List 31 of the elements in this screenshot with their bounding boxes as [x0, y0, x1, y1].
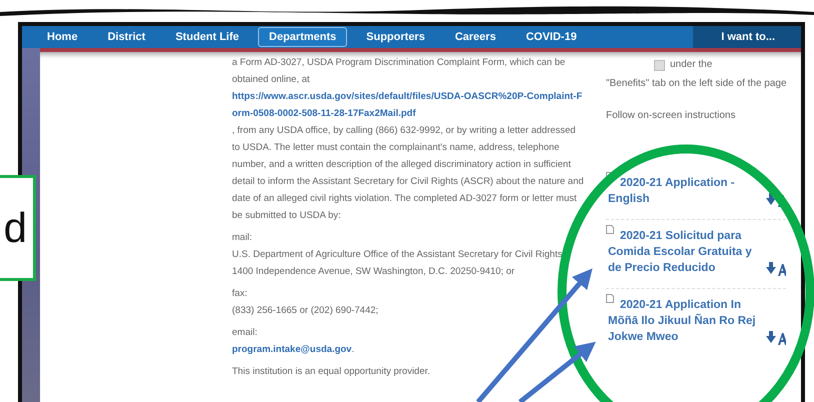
closing-text: This institution is an equal opportunity provider. [232, 365, 432, 379]
instructions-text: Follow on-screen instructions [606, 109, 736, 123]
nav-link[interactable]: Supporters [355, 27, 436, 47]
contact-value: (833) 256-1665 or (202) 690-7442; [232, 305, 378, 316]
nav-link[interactable]: Careers [444, 27, 507, 47]
pdf-icon [606, 294, 614, 302]
menu-button[interactable]: I want to... [693, 26, 801, 48]
pdf-icon [606, 224, 614, 234]
download-link[interactable]: 2020-21 Application - English [608, 174, 762, 206]
step-text: "Benefits" tab on the left side of the page [606, 76, 788, 90]
annotation-label: d [0, 175, 36, 281]
download-icon[interactable] [766, 192, 786, 206]
nav-link[interactable]: Student Life [164, 27, 250, 47]
contact-value: U.S. Department of Agriculture Office of the Assistant Secretary for Civil Rights 1400 Independence Avenue, SW Washington, D.C. 20250-9410; or [232, 249, 562, 277]
small-icon [654, 60, 665, 71]
email-link[interactable]: program.intake@usda.gov [232, 344, 352, 355]
nav-link[interactable]: District [96, 27, 156, 47]
pdf-link[interactable]: https://www.ascr.usda.gov/sites/default/files/USDA-OASCR%20P-Complaint-Form-0508-0002-508-11-28-17Fax2Mail.pdf [232, 88, 584, 122]
punctuation: . [352, 344, 354, 355]
download-icon[interactable] [766, 330, 786, 344]
nav-link[interactable]: Departments [258, 27, 348, 47]
contact-label: fax: [232, 288, 248, 299]
contact-label: mail: [232, 232, 252, 243]
download-link[interactable]: 2020-21 Solicitud para Comida Escolar Gratuita y de Precio Reducido [608, 228, 762, 276]
step-text: under the [670, 58, 712, 72]
nav-link[interactable]: Home [36, 27, 89, 47]
nav-link[interactable]: COVID-19 [514, 27, 588, 47]
body-paragraph: a Form AD-3027, USDA Program Discrimination Complaint Form, which can be obtained online, at https://www.ascr.usda.gov/sites/default/files/USDA-OASCR%20P-Complaint-Form-0508-0002-508-11-28-17Fax2Mail.pdf , from any USDA office, by calling (866) 632-9992, or by writing a letter addressed to USDA. The letter must contain the complainant's name, address, telephone number, and a written description of the alleged discriminatory action in sufficient detail to inform the Assistant Secretary for Civil Rights (ASCR) about the nature and date of an alleged civil rights violation. The completed AD-3027 form or letter must be submitted to USDA by: [232, 56, 584, 223]
download-link[interactable]: 2020-21 Application In Mõñā Ilo Jikuul Ñan Ro Rej Jokwe Mweo [608, 296, 762, 344]
download-icon[interactable] [766, 262, 786, 276]
contact-label: email: [232, 327, 258, 338]
